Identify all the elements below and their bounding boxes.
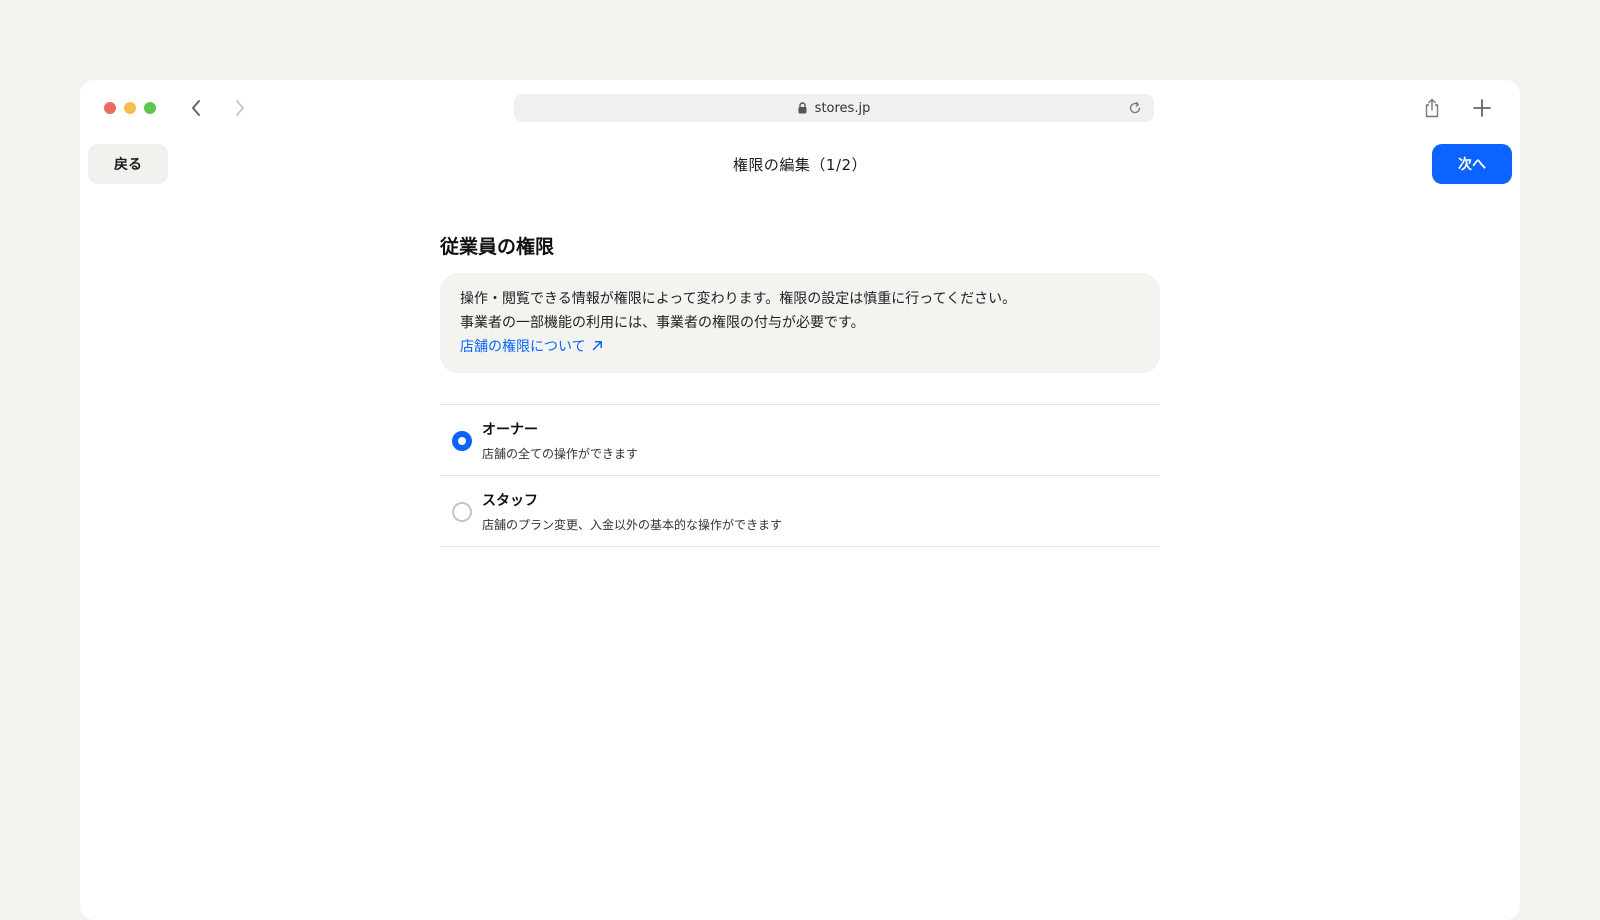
radio-unselected-icon[interactable] — [452, 502, 472, 522]
role-option-description: 店舗の全ての操作ができます — [482, 447, 639, 461]
role-options: オーナー 店舗の全ての操作ができます スタッフ 店舗のプラン変更、入金以外の基本… — [440, 404, 1160, 547]
chevron-left-icon[interactable] — [184, 96, 208, 120]
link-label: 店舗の権限について — [460, 339, 586, 355]
chevron-right-icon[interactable] — [228, 96, 252, 120]
main-content: 従業員の権限 操作・閲覧できる情報が権限によって変わります。権限の設定は慎重に行… — [440, 232, 1160, 547]
role-option-description: 店舗のプラン変更、入金以外の基本的な操作ができます — [482, 518, 783, 532]
info-text-line-1: 操作・閲覧できる情報が権限によって変わります。権限の設定は慎重に行ってください。 — [460, 291, 1017, 307]
browser-window: stores.jp 戻る 権限の編集（1/2） 次へ 従業員の権限 操作・閲覧で… — [80, 80, 1520, 920]
window-controls — [104, 102, 156, 114]
zoom-window-button[interactable] — [144, 102, 156, 114]
page-title: 権限の編集（1/2） — [732, 156, 868, 174]
store-permissions-link[interactable]: 店舗の権限について — [460, 335, 603, 359]
url-text: stores.jp — [814, 100, 871, 116]
section-title: 従業員の権限 — [440, 236, 555, 258]
address-bar[interactable]: stores.jp — [514, 94, 1154, 122]
radio-selected-icon[interactable] — [452, 431, 472, 451]
minimize-window-button[interactable] — [124, 102, 136, 114]
lock-icon — [798, 102, 807, 114]
role-option-title: スタッフ — [482, 493, 538, 509]
share-icon[interactable] — [1420, 96, 1444, 120]
external-link-arrow-icon — [592, 335, 603, 359]
info-text-line-2: 事業者の一部機能の利用には、事業者の権限の付与が必要です。 — [460, 315, 865, 331]
next-button[interactable]: 次へ — [1432, 144, 1512, 184]
close-window-button[interactable] — [104, 102, 116, 114]
role-option-staff[interactable]: スタッフ 店舗のプラン変更、入金以外の基本的な操作ができます — [440, 476, 1160, 547]
role-option-owner[interactable]: オーナー 店舗の全ての操作ができます — [440, 405, 1160, 476]
role-option-title: オーナー — [482, 422, 538, 438]
plus-icon[interactable] — [1470, 96, 1494, 120]
reload-icon[interactable] — [1128, 101, 1142, 115]
info-box: 操作・閲覧できる情報が権限によって変わります。権限の設定は慎重に行ってください。… — [440, 273, 1160, 373]
